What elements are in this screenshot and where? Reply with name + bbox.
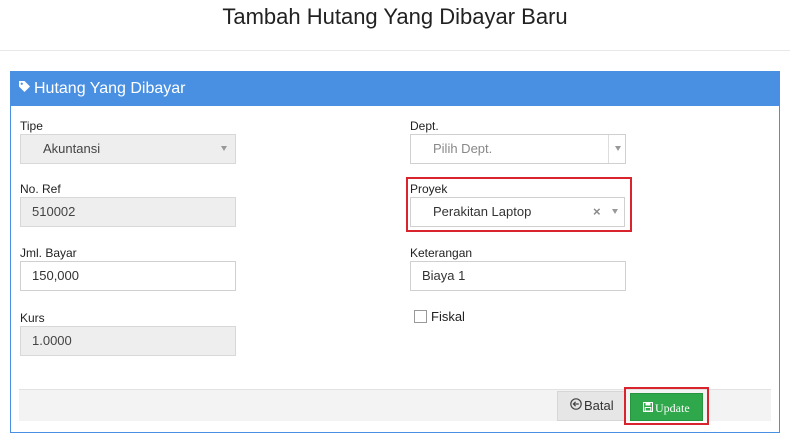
update-label: Update <box>655 401 690 415</box>
fiskal-checkbox[interactable] <box>414 310 427 323</box>
cancel-button[interactable]: Batal <box>557 391 625 421</box>
panel-title: Hutang Yang Dibayar <box>34 80 186 97</box>
tag-icon <box>19 70 30 105</box>
dept-label: Dept. <box>410 119 439 133</box>
panel-header: Hutang Yang Dibayar <box>10 71 780 106</box>
kurs-label: Kurs <box>20 311 45 325</box>
page-title: Tambah Hutang Yang Dibayar Baru <box>222 4 568 29</box>
tipe-label: Tipe <box>20 119 43 133</box>
chevron-down-icon <box>612 209 618 214</box>
form-footer: Batal Update <box>19 387 771 425</box>
cancel-label: Batal <box>584 398 614 413</box>
save-icon <box>642 394 654 422</box>
chevron-down-icon <box>221 146 227 151</box>
no-ref-field[interactable]: 510002 <box>20 197 236 227</box>
kurs-field[interactable]: 1.0000 <box>20 326 236 356</box>
dept-placeholder: Pilih Dept. <box>433 141 493 156</box>
jml-bayar-label: Jml. Bayar <box>20 246 77 260</box>
back-arrow-icon <box>570 392 582 420</box>
tipe-select[interactable]: Akuntansi <box>20 134 236 164</box>
keterangan-field[interactable]: Biaya 1 <box>410 261 626 291</box>
proyek-label: Proyek <box>410 182 448 196</box>
keterangan-label: Keterangan <box>410 246 473 260</box>
proyek-value: Perakitan Laptop <box>433 204 532 219</box>
jml-bayar-field[interactable]: 150,000 <box>20 261 236 291</box>
clear-icon[interactable]: × <box>593 198 601 226</box>
no-ref-label: No. Ref <box>20 182 61 196</box>
update-button[interactable]: Update <box>630 393 703 421</box>
tipe-value: Akuntansi <box>43 141 101 156</box>
select-divider <box>608 135 609 163</box>
dept-select[interactable]: Pilih Dept. <box>410 134 626 164</box>
chevron-down-icon <box>615 146 621 151</box>
fiskal-label: Fiskal <box>431 309 465 324</box>
title-divider <box>0 50 790 51</box>
form-panel: Hutang Yang Dibayar Tipe Akuntansi No. R… <box>10 71 780 433</box>
proyek-select[interactable]: Perakitan Laptop × <box>410 197 625 227</box>
